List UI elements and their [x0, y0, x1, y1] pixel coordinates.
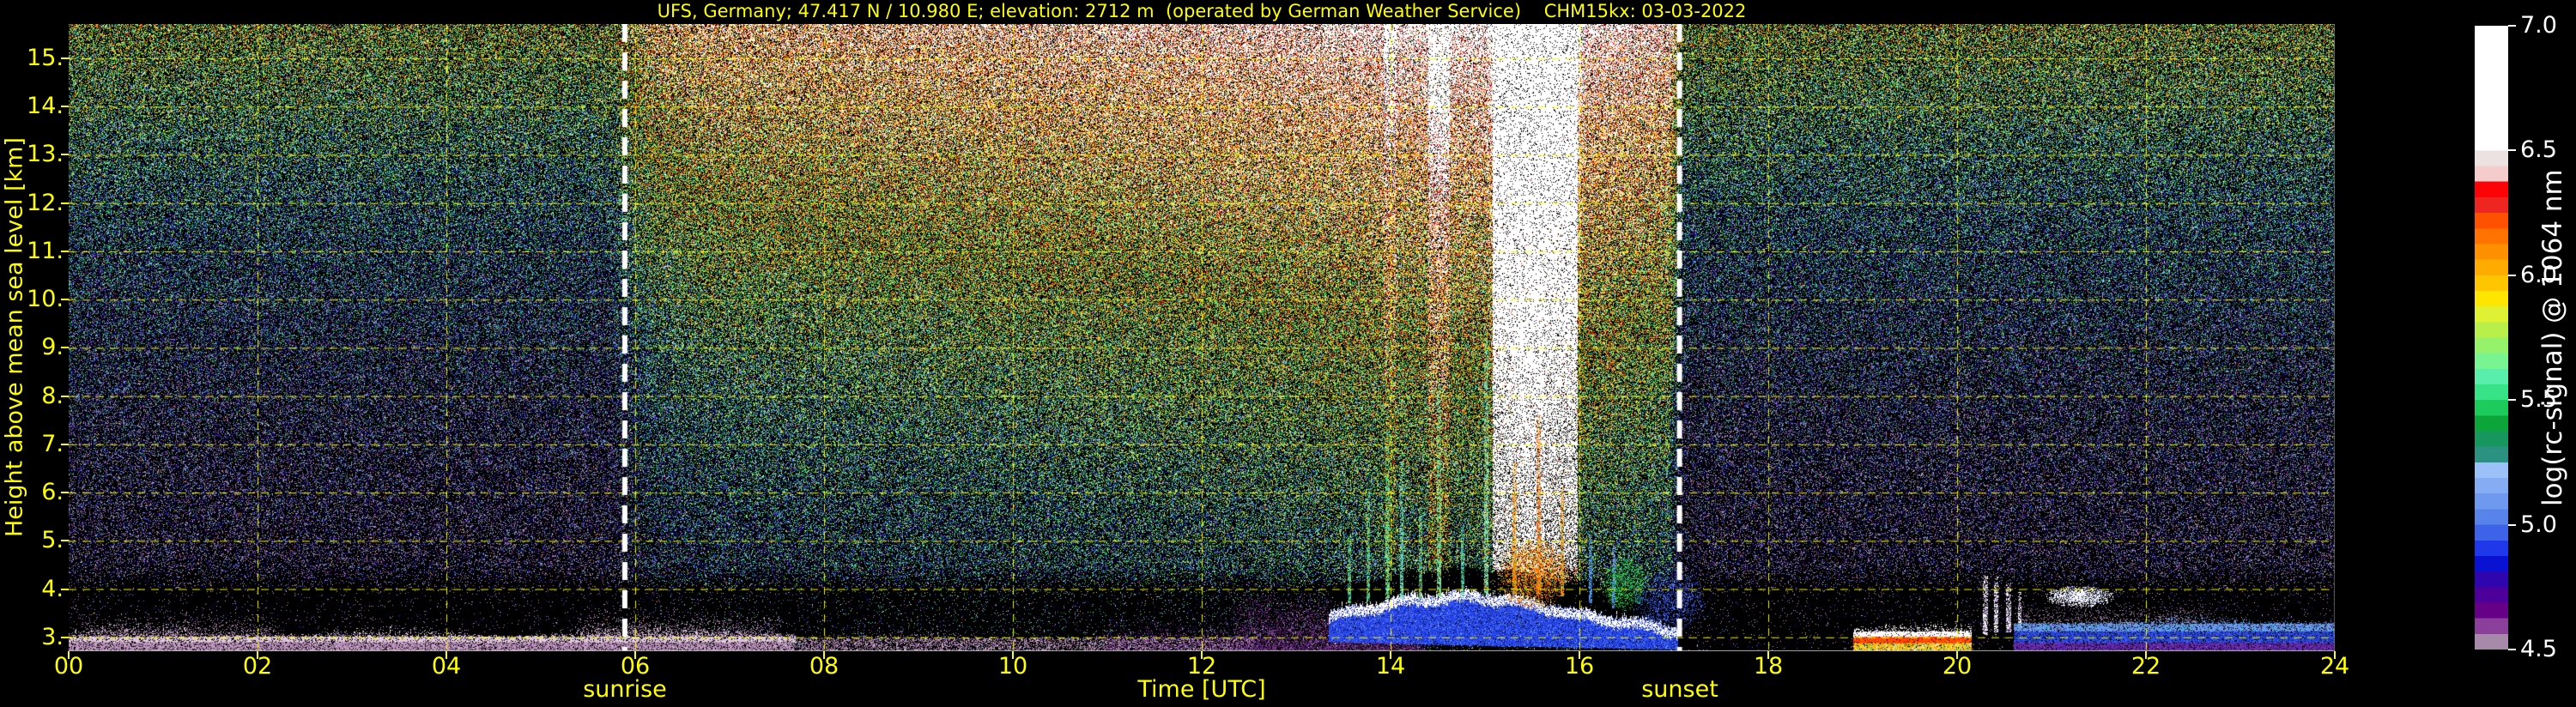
y-tick-mark: [61, 443, 69, 445]
x-tick-mark: [1201, 651, 1203, 659]
lidar-quicklook-screenshot: { "window": {"width": 3001, "height": 82…: [0, 0, 2576, 707]
colorbar-tick-mark: [2508, 274, 2516, 276]
x-tick-mark: [1012, 651, 1014, 659]
x-tick-mark: [2145, 651, 2147, 659]
x-tick-mark: [2334, 651, 2336, 659]
x-axis-label: Time [UTC]: [1137, 676, 1266, 703]
colorbar-label: log(rc-signal) @ 1064 nm: [2537, 169, 2568, 506]
y-tick-label: 5.: [41, 527, 64, 554]
y-tick-label: 7.: [41, 430, 64, 457]
x-tick-mark: [634, 651, 636, 659]
colorbar: [2475, 26, 2508, 650]
y-tick-label: 14.: [27, 93, 64, 120]
y-tick-mark: [61, 299, 69, 301]
x-tick-mark: [1767, 651, 1769, 659]
x-tick-mark: [1579, 651, 1580, 659]
sunset-annotation: sunset: [1641, 676, 1718, 703]
colorbar-tick-mark: [2508, 149, 2516, 152]
y-tick-label: 6.: [41, 479, 64, 506]
y-tick-label: 11.: [27, 237, 64, 264]
colorbar-tick-mark: [2508, 399, 2516, 402]
y-tick-mark: [61, 57, 69, 60]
y-tick-mark: [61, 395, 69, 397]
x-tick-mark: [1390, 651, 1391, 659]
y-tick-label: 8.: [41, 382, 64, 409]
y-tick-mark: [61, 154, 69, 156]
x-tick-mark: [823, 651, 825, 659]
y-tick-label: 9.: [41, 334, 64, 361]
heatmap-canvas: [69, 24, 2335, 651]
y-tick-mark: [61, 347, 69, 349]
y-tick-label: 3.: [41, 623, 64, 650]
x-tick-mark: [68, 651, 70, 659]
y-tick-label: 10.: [27, 286, 64, 313]
y-tick-mark: [61, 492, 69, 494]
y-tick-mark: [61, 250, 69, 252]
y-tick-mark: [61, 202, 69, 204]
y-tick-mark: [61, 636, 69, 638]
figure-title: UFS, Germany; 47.417 N / 10.980 E; eleva…: [657, 1, 1747, 21]
y-tick-label: 15.: [27, 45, 64, 72]
y-tick-mark: [61, 588, 69, 590]
colorbar-tick-mark: [2508, 523, 2516, 526]
x-tick-mark: [257, 651, 258, 659]
colorbar-tick-mark: [2508, 649, 2516, 650]
colorbar-tick-mark: [2508, 25, 2516, 27]
x-tick-mark: [445, 651, 447, 659]
y-tick-mark: [61, 106, 69, 108]
y-tick-label: 12.: [27, 189, 64, 216]
y-tick-label: 4.: [41, 575, 64, 602]
y-tick-label: 13.: [27, 141, 64, 168]
x-tick-mark: [1956, 651, 1958, 659]
sunrise-annotation: sunrise: [583, 676, 667, 703]
y-tick-mark: [61, 540, 69, 542]
